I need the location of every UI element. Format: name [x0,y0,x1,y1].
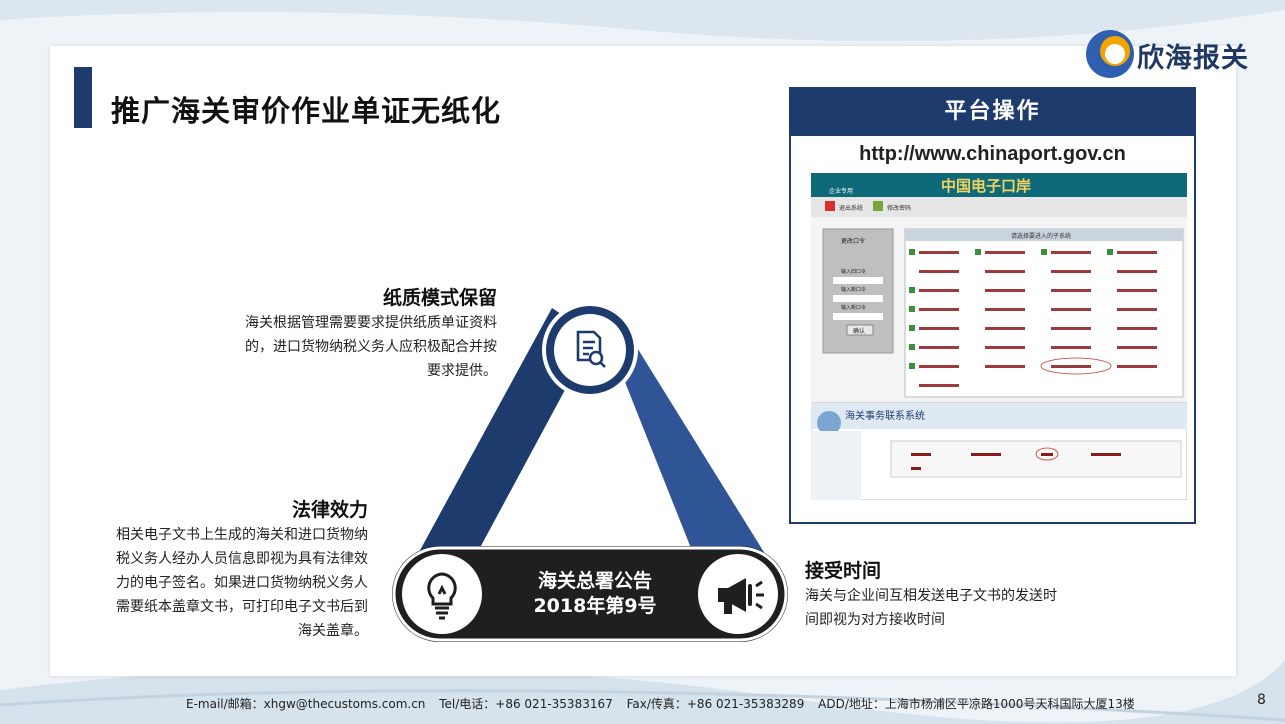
legal-effect-line: 税义务人经办人员信息即视为具有法律效 [116,551,368,567]
footer-email: E-mail/邮箱：xhgw@thecustoms.com.cn [186,697,426,711]
chinaport-screenshot: 中国电子口岸 企业专用 退出系统 修改密码 更改口令 输入旧口令 输入新口令 输… [811,173,1187,500]
company-logo-text: 欣海报关 [1137,43,1249,74]
panel-heading: 平台操作 [791,89,1194,136]
receive-time-line: 海关与企业间互相发送电子文书的发送时 [805,588,1057,604]
footer-fax: Fax/传真：+86 021-35383289 [626,697,805,711]
screenshot-system-title: 海关事务联系系统 [845,409,925,422]
diagram-left-circle [402,554,482,634]
announcement-title: 海关总署公告 [537,570,652,592]
announcement-number: 2018年第9号 [533,595,657,617]
screenshot-login-label-2: 输入新口令 [841,286,866,293]
legal-effect-text: 相关电子文书上生成的海关和进口货物纳 税义务人经办人员信息即视为具有法律效 力的… [70,523,368,643]
title-accent-bar [74,67,92,128]
legal-effect-line: 相关电子文书上生成的海关和进口货物纳 [116,527,368,543]
footer-contact: E-mail/邮箱：xhgw@thecustoms.com.cn Tel/电话：… [186,695,1145,712]
legal-effect-line: 海关盖章。 [298,623,368,639]
page-number: 8 [1257,692,1266,708]
screenshot-toolbar-logout: 退出系统 [839,204,863,212]
screenshot-section: 企业专用 [829,187,853,195]
screenshot-login-label-3: 输入新口令 [841,304,866,311]
receive-time-heading: 接受时间 [805,560,882,582]
panel-url: http://www.chinaport.gov.cn [859,143,1126,165]
platform-panel: 平台操作 http://www.chinaport.gov.cn 中国电子口岸 … [789,87,1196,524]
screenshot-toolbar-password: 修改密码 [887,204,911,212]
screenshot-confirm-button: 确认 [853,327,865,335]
legal-effect-line: 需要纸本盖章文书，可打印电子文书后到 [116,599,368,615]
legal-effect-heading: 法律效力 [291,499,368,521]
receive-time-line: 间即视为对方接收时间 [805,612,945,628]
footer-tel: Tel/电话：+86 021-35383167 [439,697,613,711]
legal-effect-line: 力的电子签名。如果进口货物纳税义务人 [116,575,368,591]
screenshot-banner: 中国电子口岸 [941,177,1031,195]
page-title: 推广海关审价作业单证无纸化 [111,94,502,128]
screenshot-grid-title: 请选择要进入的子系统 [1011,232,1071,240]
footer-address: ADD/地址：上海市杨浦区平凉路1000号天科国际大厦13楼 [818,697,1135,711]
screenshot-login-title: 更改口令 [841,237,865,245]
receive-time-text: 海关与企业间互相发送电子文书的发送时 间即视为对方接收时间 [805,584,1105,632]
announcement-label: 海关总署公告 2018年第9号 [510,569,680,619]
screenshot-login-label-1: 输入旧口令 [841,268,866,275]
